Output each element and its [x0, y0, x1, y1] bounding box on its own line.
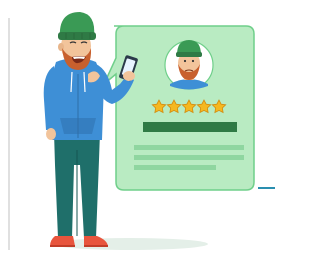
illustration-canvas — [8, 12, 275, 250]
avatar-icon — [164, 40, 214, 90]
review-card — [103, 25, 255, 191]
review-text-line — [134, 145, 244, 150]
right-shoe — [84, 236, 108, 246]
floor-shadow — [52, 238, 208, 250]
review-title-bar — [143, 122, 237, 132]
review-text-line — [134, 165, 216, 170]
left-shoe — [50, 236, 75, 246]
review-text-line — [134, 155, 244, 160]
left-arm — [43, 66, 56, 130]
review-illustration — [0, 0, 275, 254]
